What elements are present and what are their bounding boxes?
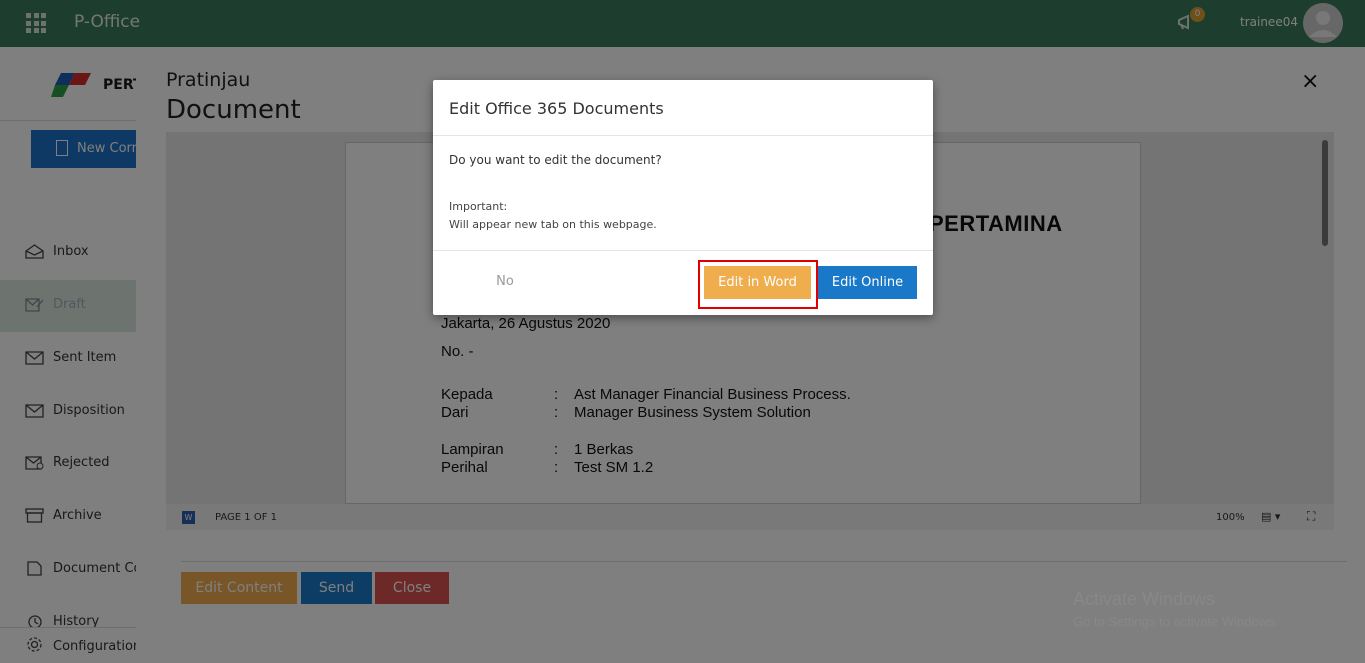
activate-windows-title: Activate Windows — [1073, 589, 1216, 609]
divider — [433, 250, 933, 251]
dialog-important-label: Important: — [449, 200, 508, 213]
dialog-title: Edit Office 365 Documents — [449, 99, 664, 118]
edit-in-word-button[interactable]: Edit in Word — [704, 266, 811, 299]
edit-office-dialog: Edit Office 365 Documents Do you want to… — [433, 80, 933, 315]
activate-windows-subtitle: Go to Settings to activate Windows. — [1073, 614, 1279, 629]
no-button[interactable]: No — [481, 267, 529, 297]
dialog-question: Do you want to edit the document? — [449, 153, 662, 167]
edit-online-button[interactable]: Edit Online — [818, 266, 917, 299]
dialog-note: Will appear new tab on this webpage. — [449, 218, 657, 231]
divider — [433, 135, 933, 136]
